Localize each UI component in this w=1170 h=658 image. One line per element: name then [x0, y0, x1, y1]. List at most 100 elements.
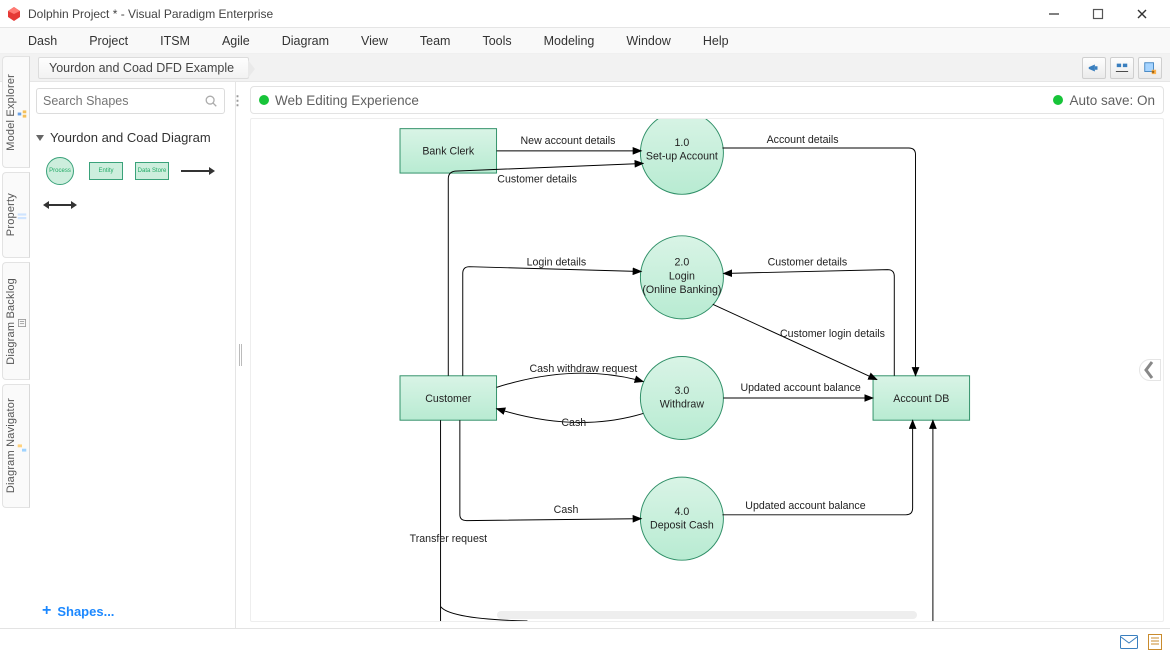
flow-label: Cash withdraw request	[529, 363, 637, 375]
process-name-2: (Online Banking)	[642, 284, 721, 296]
palette-label: Entity	[98, 168, 113, 174]
diagram-navigator-tab[interactable]: Diagram Navigator	[2, 384, 30, 508]
palette-bi-arrow[interactable]	[40, 191, 80, 219]
model-explorer-tab[interactable]: Model Explorer	[2, 56, 30, 168]
entity-bank-clerk[interactable]: Bank Clerk	[400, 129, 497, 173]
app-logo-icon	[6, 6, 22, 22]
shapes-panel: ⋮ Yourdon and Coad Diagram Process Entit…	[30, 82, 236, 628]
flow-label: Customer details	[768, 257, 848, 269]
side-tab-label: Property	[5, 193, 17, 236]
process-name: Withdraw	[660, 399, 705, 411]
process-name: Set-up Account	[646, 151, 718, 163]
flow-label: New account details	[521, 135, 616, 147]
search-input[interactable]	[43, 94, 204, 108]
breadcrumb-label: Yourdon and Coad DFD Example	[49, 61, 234, 75]
flow-label: Updated account balance	[740, 382, 860, 394]
mail-icon[interactable]	[1120, 635, 1138, 652]
menu-window[interactable]: Window	[610, 28, 686, 53]
window-title: Dolphin Project * - Visual Paradigm Ente…	[28, 7, 273, 21]
canvas-area: Web Editing Experience Auto save: On Ban…	[244, 82, 1170, 628]
entity-customer[interactable]: Customer	[400, 376, 497, 420]
palette-label: Data Store	[138, 168, 167, 174]
window-controls	[1032, 0, 1164, 28]
new-diagram-icon	[1143, 61, 1157, 75]
flow-cash-deposit[interactable]	[460, 420, 641, 520]
menu-tools[interactable]: Tools	[466, 28, 527, 53]
section-title[interactable]: Yourdon and Coad Diagram	[36, 130, 229, 145]
process-setup-account[interactable]: 1.0 Set-up Account	[640, 119, 723, 194]
menu-agile[interactable]: Agile	[206, 28, 266, 53]
palette-flow-arrow[interactable]	[178, 157, 218, 185]
horizontal-scrollbar[interactable]	[497, 611, 917, 619]
chevron-left-icon	[1140, 360, 1160, 380]
flow-login-details[interactable]	[463, 267, 642, 376]
diagram-svg: Bank Clerk Customer Account DB 1.0 Set-u…	[251, 119, 1163, 621]
process-id: 2.0	[675, 257, 690, 269]
section-title-label: Yourdon and Coad Diagram	[50, 130, 211, 145]
status-bar	[0, 628, 1170, 658]
process-login[interactable]: 2.0 Login (Online Banking)	[640, 236, 723, 319]
menu-team[interactable]: Team	[404, 28, 467, 53]
palette-process[interactable]: Process	[40, 157, 80, 185]
entity-label: Bank Clerk	[422, 146, 475, 158]
menu-itsm[interactable]: ITSM	[144, 28, 206, 53]
process-name: Deposit Cash	[650, 519, 714, 531]
list-icon	[17, 210, 27, 224]
collapse-right-chip[interactable]	[1139, 359, 1161, 381]
menu-help[interactable]: Help	[687, 28, 745, 53]
flow-label: Cash	[554, 504, 579, 516]
tree-icon	[17, 107, 27, 121]
plus-icon: +	[42, 602, 51, 620]
info-left: Web Editing Experience	[259, 93, 419, 108]
web-editing-label: Web Editing Experience	[275, 93, 419, 108]
backlog-icon	[17, 316, 27, 330]
flow-label: Customer login details	[780, 328, 885, 340]
flow-label: Customer details	[497, 174, 577, 186]
title-bar: Dolphin Project * - Visual Paradigm Ente…	[0, 0, 1170, 28]
menu-modeling[interactable]: Modeling	[528, 28, 611, 53]
menu-project[interactable]: Project	[73, 28, 144, 53]
flow-customer-details-1[interactable]	[448, 163, 643, 375]
property-tab[interactable]: Property	[2, 172, 30, 258]
align-button[interactable]	[1110, 57, 1134, 79]
process-id: 3.0	[675, 385, 690, 397]
announce-button[interactable]	[1082, 57, 1106, 79]
menu-view[interactable]: View	[345, 28, 404, 53]
diagram-backlog-tab[interactable]: Diagram Backlog	[2, 262, 30, 380]
flow-label: Account details	[767, 134, 839, 146]
menu-bar: Dash Project ITSM Agile Diagram View Tea…	[0, 28, 1170, 54]
flow-cash-withdraw-request[interactable]	[497, 373, 644, 387]
toolbar-right	[1082, 57, 1170, 79]
flow-customer-login-details[interactable]	[713, 304, 877, 379]
process-deposit-cash[interactable]: 4.0 Deposit Cash	[640, 477, 723, 560]
window-close-button[interactable]	[1120, 0, 1164, 28]
notes-icon[interactable]	[1148, 634, 1162, 653]
breadcrumb[interactable]: Yourdon and Coad DFD Example	[38, 57, 249, 79]
entity-label: Account DB	[893, 393, 949, 405]
flow-label: Updated account balance	[745, 500, 865, 512]
status-dot-icon	[1053, 95, 1063, 105]
palette-entity[interactable]: Entity	[86, 157, 126, 185]
search-shapes[interactable]	[36, 88, 225, 114]
splitter-handle[interactable]	[236, 82, 244, 628]
search-icon	[204, 94, 218, 108]
window-minimize-button[interactable]	[1032, 0, 1076, 28]
flow-customer-details-2[interactable]	[723, 270, 894, 376]
palette-datastore[interactable]: Data Store	[132, 157, 172, 185]
autosave-label: Auto save: On	[1069, 93, 1155, 108]
process-name: Login	[669, 270, 695, 282]
side-tabs: Model Explorer Property Diagram Backlog …	[0, 54, 30, 628]
diagram-canvas[interactable]: Bank Clerk Customer Account DB 1.0 Set-u…	[250, 118, 1164, 622]
menu-diagram[interactable]: Diagram	[266, 28, 345, 53]
menu-dash[interactable]: Dash	[12, 28, 73, 53]
shapes-link[interactable]: + Shapes...	[42, 602, 114, 620]
shapes-link-label: Shapes...	[57, 604, 114, 619]
new-diagram-button[interactable]	[1138, 57, 1162, 79]
window-maximize-button[interactable]	[1076, 0, 1120, 28]
shape-palette: Process Entity Data Store	[36, 157, 229, 219]
palette-label: Process	[49, 168, 71, 174]
side-tab-label: Diagram Backlog	[5, 278, 17, 365]
info-right: Auto save: On	[1053, 93, 1155, 108]
process-withdraw[interactable]: 3.0 Withdraw	[640, 356, 723, 439]
entity-account-db[interactable]: Account DB	[873, 376, 970, 420]
